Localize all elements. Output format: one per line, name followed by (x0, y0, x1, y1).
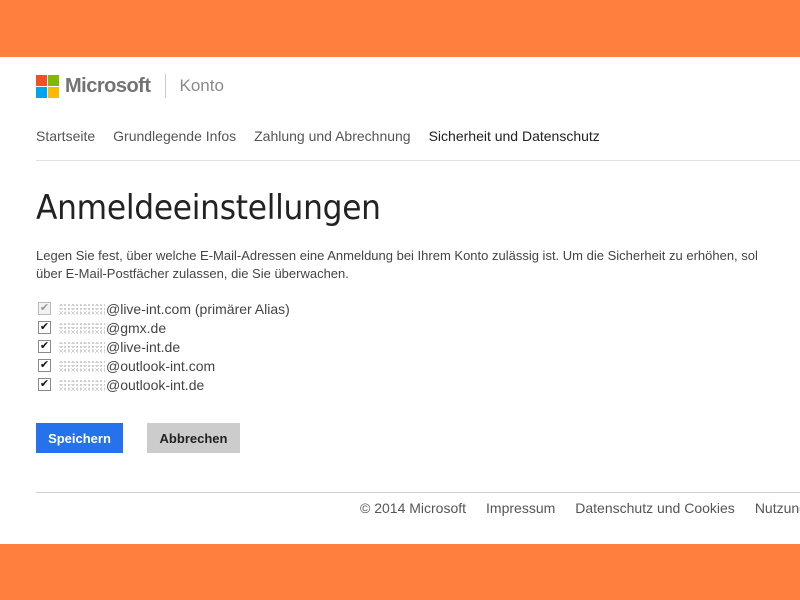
save-button[interactable]: Speichern (36, 423, 123, 453)
alias-checkbox[interactable]: ✔ (38, 359, 51, 372)
cancel-button[interactable]: Abbrechen (147, 423, 240, 453)
nav-item-zahlung[interactable]: Zahlung und Abrechnung (254, 128, 410, 144)
description-line: Legen Sie fest, über welche E-Mail-Adres… (36, 248, 758, 263)
alias-address: @gmx.de (106, 319, 167, 336)
bottom-orange-band (0, 544, 800, 600)
redacted-username (59, 302, 105, 315)
redacted-username (59, 321, 105, 334)
top-orange-band (0, 0, 800, 57)
redacted-username (59, 359, 105, 372)
email-alias-item: ✔ @live-int.de (38, 337, 290, 356)
footer-link-impressum[interactable]: Impressum (486, 500, 555, 516)
email-alias-list: ✔ @live-int.com (primärer Alias) ✔ @gmx.… (38, 299, 290, 394)
description-line: über E-Mail-Postfächer zulassen, die Sie… (36, 266, 349, 281)
nav-item-grundlegende-infos[interactable]: Grundlegende Infos (113, 128, 236, 144)
alias-address: @outlook-int.com (106, 357, 216, 374)
alias-address: @live-int.de (106, 338, 181, 355)
email-alias-item: ✔ @live-int.com (primärer Alias) (38, 299, 290, 318)
footer-copyright: © 2014 Microsoft (360, 500, 467, 516)
brand-name[interactable]: Microsoft (65, 75, 151, 98)
account-page: Microsoft Konto Startseite Grundlegende … (0, 57, 800, 544)
footer-link-privacy[interactable]: Datenschutz und Cookies (575, 500, 735, 516)
microsoft-logo-icon (36, 74, 59, 98)
footer-divider (36, 492, 800, 493)
nav-divider (36, 160, 800, 161)
email-alias-item: ✔ @outlook-int.de (38, 375, 290, 394)
brand-divider (164, 74, 166, 98)
alias-checkbox[interactable]: ✔ (38, 378, 51, 391)
alias-checkbox: ✔ (38, 302, 51, 315)
redacted-username (59, 340, 105, 353)
account-nav: Startseite Grundlegende Infos Zahlung un… (36, 128, 618, 144)
nav-item-sicherheit[interactable]: Sicherheit und Datenschutz (429, 128, 600, 144)
section-name[interactable]: Konto (180, 76, 224, 96)
email-alias-item: ✔ @gmx.de (38, 318, 290, 337)
alias-checkbox[interactable]: ✔ (38, 321, 51, 334)
redacted-username (59, 378, 105, 391)
alias-checkbox[interactable]: ✔ (38, 340, 51, 353)
page-description: Legen Sie fest, über welche E-Mail-Adres… (36, 247, 800, 283)
nav-item-startseite[interactable]: Startseite (36, 128, 95, 144)
alias-address: @live-int.com (primärer Alias) (106, 300, 290, 317)
footer-link-terms[interactable]: Nutzung (755, 500, 800, 516)
page-footer: © 2014 Microsoft Impressum Datenschutz u… (360, 500, 800, 516)
alias-address: @outlook-int.de (106, 376, 205, 393)
brand-header: Microsoft Konto (36, 74, 224, 98)
email-alias-item: ✔ @outlook-int.com (38, 356, 290, 375)
page-title: Anmeldeeinstellungen (36, 188, 381, 228)
